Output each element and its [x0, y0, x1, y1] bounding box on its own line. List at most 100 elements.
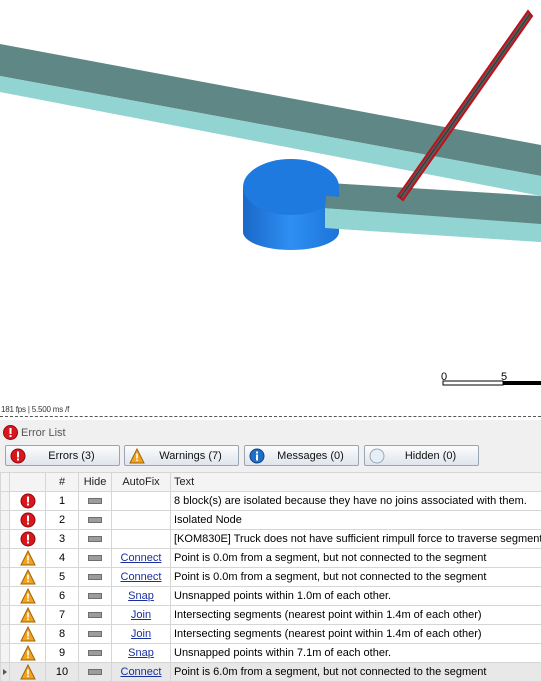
table-row[interactable]: 9 Snap Unsnapped points within 7.1m of eac… — [0, 643, 541, 663]
tab-warnings[interactable]: Warnings (7) — [124, 445, 239, 466]
row-number: 10 — [45, 662, 79, 682]
autofix-link[interactable]: Connect — [121, 552, 162, 564]
warning-icon — [19, 607, 36, 623]
header-hide[interactable]: Hide — [78, 472, 112, 492]
row-pointer-icon — [3, 669, 7, 675]
autofix-cell: Snap — [111, 643, 171, 663]
row-type-icon — [9, 624, 46, 644]
autofix-link[interactable]: Join — [131, 628, 151, 640]
hide-icon[interactable] — [88, 650, 102, 657]
row-number: 2 — [45, 510, 79, 530]
row-type-icon — [9, 662, 46, 682]
autofix-cell — [111, 491, 171, 511]
table-row[interactable]: 3 [KOM830E] Truck does not have sufficien… — [0, 529, 541, 549]
error-icon — [20, 493, 35, 509]
hide-icon[interactable] — [88, 555, 102, 562]
row-number: 5 — [45, 567, 79, 587]
autofix-cell — [111, 529, 171, 549]
info-icon — [249, 448, 265, 464]
table-row[interactable]: 7 Join Intersecting segments (nearest poin… — [0, 605, 541, 625]
scale-label-5: 5 — [501, 371, 508, 383]
row-indicator — [0, 643, 10, 663]
row-type-icon — [9, 567, 46, 587]
error-icon — [20, 512, 35, 528]
hide-toggle[interactable] — [78, 510, 112, 530]
hide-toggle[interactable] — [78, 529, 112, 549]
row-number: 4 — [45, 548, 79, 568]
table-row[interactable]: 8 Join Intersecting segments (nearest poin… — [0, 624, 541, 644]
hide-icon[interactable] — [88, 669, 102, 676]
autofix-cell: Join — [111, 605, 171, 625]
row-type-icon — [9, 643, 46, 663]
row-indicator — [0, 548, 10, 568]
hide-icon[interactable] — [88, 574, 102, 581]
table-row[interactable]: 1 8 block(s) are isolated because they ha… — [0, 491, 541, 511]
hide-toggle[interactable] — [78, 662, 112, 682]
header-text[interactable]: Text — [170, 472, 541, 492]
hide-toggle[interactable] — [78, 567, 112, 587]
fps-readout: 181 fps | 5.500 ms /f — [1, 405, 70, 414]
error-table: # Hide AutoFix Text 1 8 block(s) are isol… — [0, 472, 541, 682]
row-indicator — [0, 586, 10, 606]
autofix-link[interactable]: Connect — [121, 666, 162, 678]
hide-icon[interactable] — [88, 498, 102, 505]
row-number: 1 — [45, 491, 79, 511]
tab-hidden[interactable]: Hidden (0) — [364, 445, 479, 466]
hidden-icon — [369, 448, 385, 464]
warning-icon — [19, 550, 36, 566]
header-indicator — [0, 472, 10, 492]
scale-label-0: 0 — [441, 371, 448, 383]
warning-icon — [19, 569, 36, 585]
hide-toggle[interactable] — [78, 605, 112, 625]
row-type-icon — [9, 548, 46, 568]
table-row[interactable]: 6 Snap Unsnapped points within 1.0m of eac… — [0, 586, 541, 606]
row-number: 7 — [45, 605, 79, 625]
error-icon — [10, 448, 26, 464]
row-indicator — [0, 510, 10, 530]
table-row[interactable]: 2 Isolated Node — [0, 510, 541, 530]
hide-toggle[interactable] — [78, 586, 112, 606]
hide-icon[interactable] — [88, 631, 102, 638]
row-number: 9 — [45, 643, 79, 663]
hide-toggle[interactable] — [78, 548, 112, 568]
3d-viewport[interactable]: 0 5 181 fps | 5.500 ms /f — [0, 0, 541, 418]
autofix-link[interactable]: Join — [131, 609, 151, 621]
error-icon — [3, 425, 18, 440]
autofix-link[interactable]: Snap — [128, 590, 154, 602]
hide-toggle[interactable] — [78, 624, 112, 644]
row-text: Isolated Node — [170, 510, 541, 530]
hide-toggle[interactable] — [78, 491, 112, 511]
hide-icon[interactable] — [88, 593, 102, 600]
table-row[interactable]: 10 Connect Point is 6.0m from a segment, b… — [0, 662, 541, 682]
row-text: Point is 0.0m from a segment, but not co… — [170, 567, 541, 587]
autofix-link[interactable]: Snap — [128, 647, 154, 659]
row-type-icon — [9, 586, 46, 606]
autofix-link[interactable]: Connect — [121, 571, 162, 583]
hide-icon[interactable] — [88, 612, 102, 619]
header-num[interactable]: # — [45, 472, 79, 492]
row-indicator — [0, 662, 10, 682]
row-type-icon — [9, 491, 46, 511]
viewport-divider — [0, 416, 541, 417]
row-number: 6 — [45, 586, 79, 606]
table-row[interactable]: 4 Connect Point is 0.0m from a segment, bu… — [0, 548, 541, 568]
tab-errors[interactable]: Errors (3) — [5, 445, 120, 466]
error-list-panel: Error List Errors (3) Warnings (7) Messa… — [0, 420, 541, 682]
autofix-cell: Join — [111, 624, 171, 644]
autofix-cell: Connect — [111, 548, 171, 568]
hide-icon[interactable] — [88, 536, 102, 543]
autofix-cell — [111, 510, 171, 530]
header-autofix[interactable]: AutoFix — [111, 472, 171, 492]
hide-toggle[interactable] — [78, 643, 112, 663]
tab-messages[interactable]: Messages (0) — [244, 445, 359, 466]
table-row[interactable]: 5 Connect Point is 0.0m from a segment, bu… — [0, 567, 541, 587]
table-header: # Hide AutoFix Text — [0, 472, 541, 492]
header-type[interactable] — [9, 472, 46, 492]
node-cylinder-top — [243, 159, 339, 215]
hide-icon[interactable] — [88, 517, 102, 524]
autofix-cell: Connect — [111, 567, 171, 587]
row-text: Point is 0.0m from a segment, but not co… — [170, 548, 541, 568]
warning-icon — [19, 664, 36, 680]
row-number: 3 — [45, 529, 79, 549]
scene-canvas[interactable] — [0, 0, 541, 418]
